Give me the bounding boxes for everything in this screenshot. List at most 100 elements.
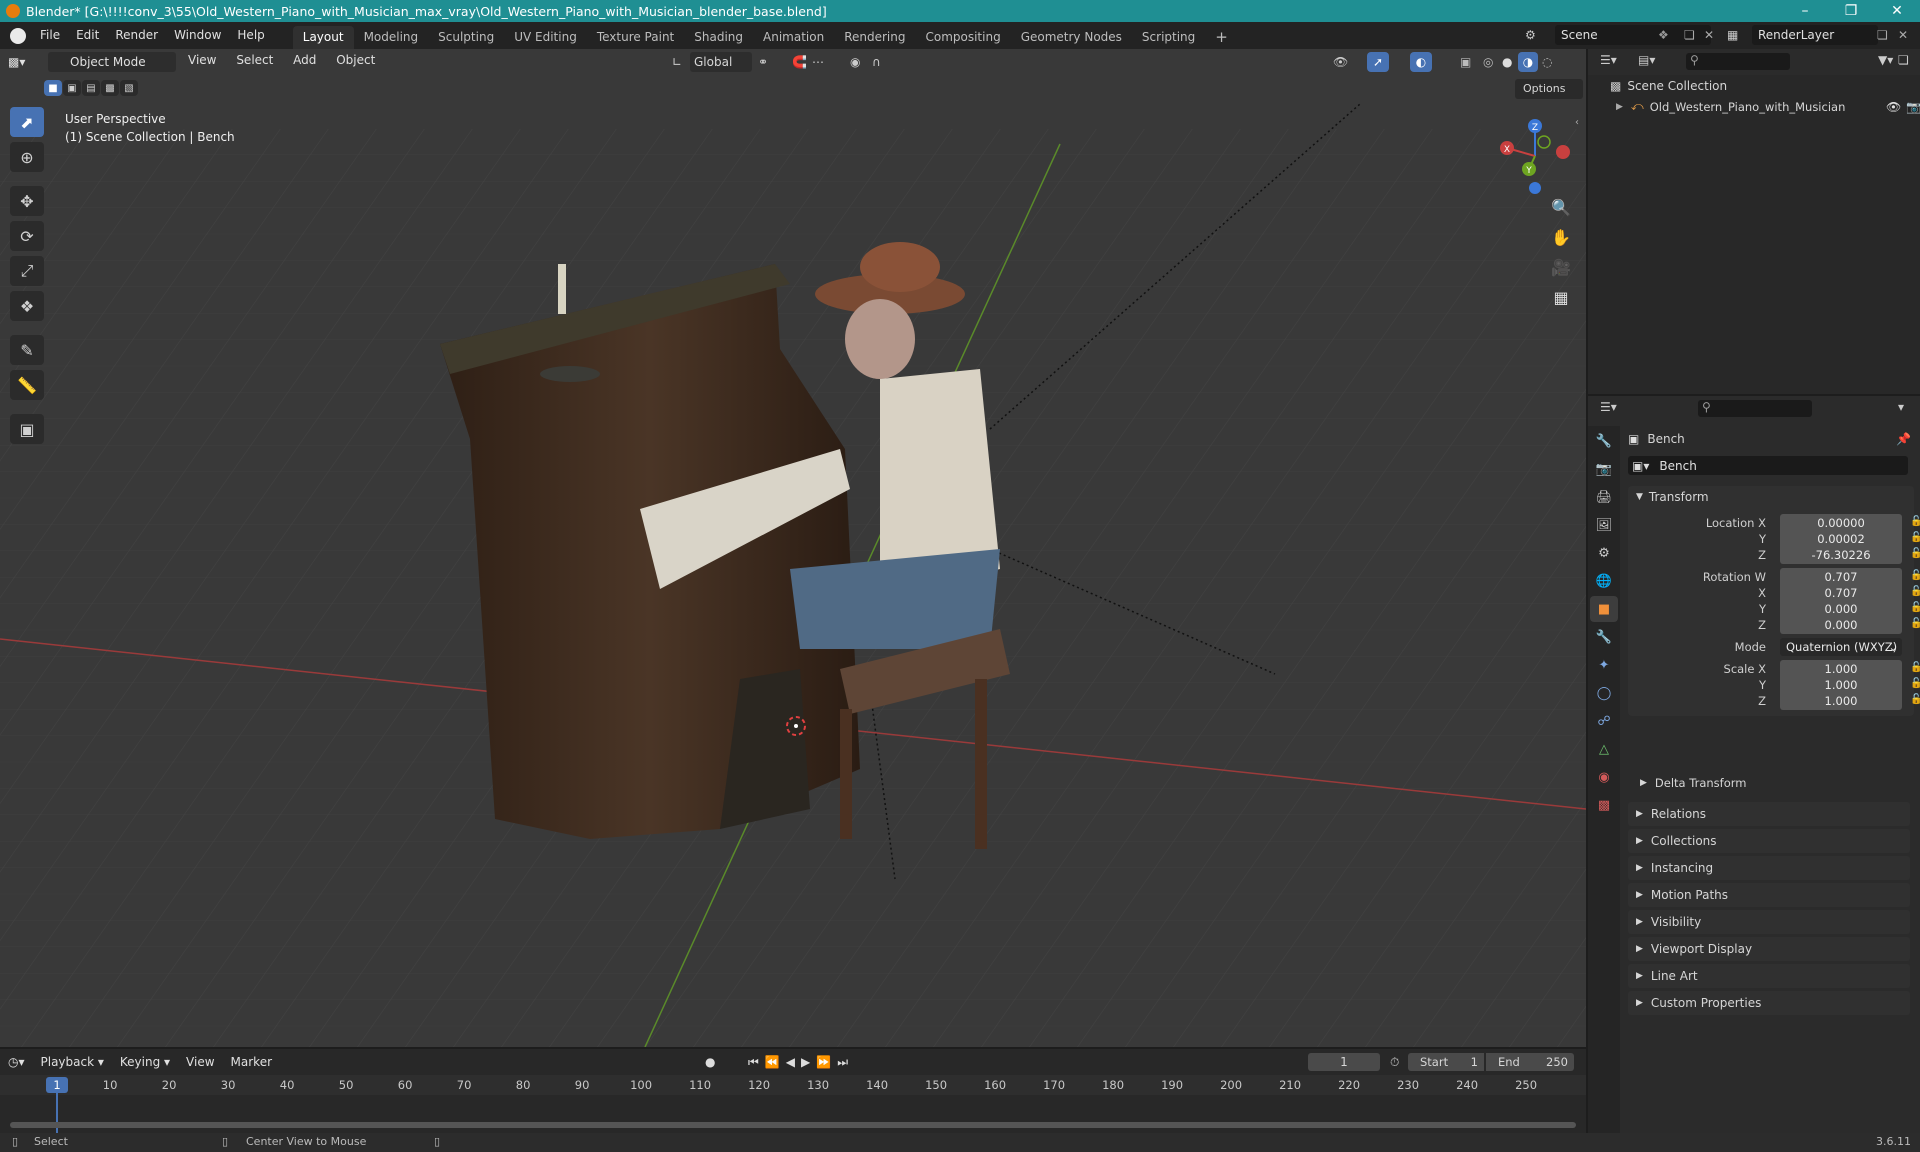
menu-select[interactable]: Select: [228, 53, 281, 67]
view-layer-icon[interactable]: ▦: [1727, 25, 1738, 45]
transform-orientation-icon[interactable]: ∟: [672, 52, 682, 72]
properties-options-icon[interactable]: ▾: [1898, 400, 1904, 414]
material-shading-icon[interactable]: ◑: [1518, 52, 1538, 72]
panel-collections[interactable]: ▶ Collections: [1628, 829, 1910, 853]
panel-line-art[interactable]: ▶ Line Art: [1628, 964, 1910, 988]
3d-viewport[interactable]: ▩▾ Object Mode View Select Add Object ∟ …: [0, 49, 1586, 1047]
play-reverse-icon[interactable]: ◀: [786, 1055, 801, 1069]
menu-add[interactable]: Add: [285, 53, 324, 67]
physics-tab-icon[interactable]: ◯: [1590, 680, 1618, 706]
scene-icon[interactable]: ⚙: [1525, 25, 1549, 45]
solid-shading-icon[interactable]: ●: [1502, 52, 1512, 72]
modifiers-tab-icon[interactable]: 🔧: [1590, 624, 1618, 650]
tab-shading[interactable]: Shading: [684, 26, 753, 49]
mode-selector[interactable]: Object Mode: [48, 52, 176, 72]
zoom-icon[interactable]: 🔍: [1546, 192, 1576, 222]
orientation-selector[interactable]: Global: [690, 52, 752, 72]
scale-z-field[interactable]: 1.000: [1780, 692, 1902, 710]
measure-tool-icon[interactable]: 📏: [10, 370, 44, 400]
select-extend-icon[interactable]: ▣: [63, 80, 81, 96]
transform-header[interactable]: ▼ Transform: [1636, 490, 1709, 504]
render-tab-icon[interactable]: 📷: [1590, 456, 1618, 482]
object-tab-icon[interactable]: ■: [1590, 596, 1618, 622]
new-view-layer-icon[interactable]: ❏: [1877, 25, 1888, 45]
end-frame-field[interactable]: End 250: [1486, 1053, 1574, 1071]
lock-icon[interactable]: 🔓: [1910, 516, 1920, 527]
scene-pin-icon[interactable]: ❖: [1658, 25, 1669, 45]
panel-viewport-display[interactable]: ▶ Viewport Display: [1628, 937, 1910, 961]
menu-edit[interactable]: Edit: [68, 22, 107, 49]
rendered-shading-icon[interactable]: ◌: [1542, 52, 1552, 72]
menu-help[interactable]: Help: [229, 22, 272, 49]
menu-render[interactable]: Render: [107, 22, 166, 49]
rotate-tool-icon[interactable]: ⟳: [10, 221, 44, 251]
start-frame-field[interactable]: Start 1: [1408, 1053, 1484, 1071]
close-button[interactable]: ✕: [1874, 0, 1920, 22]
rotation-z-field[interactable]: 0.000: [1780, 616, 1902, 634]
material-tab-icon[interactable]: ◉: [1590, 764, 1618, 790]
view-layer-tab-icon[interactable]: 🖼: [1590, 512, 1618, 538]
options-button[interactable]: Options: [1515, 79, 1583, 99]
lock-icon[interactable]: 🔓: [1910, 548, 1920, 559]
eye-visibility-icon[interactable]: 👁: [1886, 100, 1901, 114]
stopwatch-icon[interactable]: ⏱: [1390, 1053, 1399, 1071]
timeline-scrollbar[interactable]: [10, 1122, 1576, 1128]
jump-start-icon[interactable]: ⏮: [748, 1055, 765, 1069]
panel-relations[interactable]: ▶ Relations: [1628, 802, 1910, 826]
blender-menu-icon[interactable]: [10, 27, 26, 44]
prev-keyframe-icon[interactable]: ⏪: [765, 1055, 786, 1069]
navigation-gizmo[interactable]: Z X Y: [1490, 114, 1580, 194]
pin-icon[interactable]: 📌: [1896, 432, 1911, 446]
menu-marker[interactable]: Marker: [223, 1051, 280, 1073]
editor-type-icon[interactable]: ▩▾: [0, 51, 33, 73]
add-workspace-button[interactable]: +: [1205, 26, 1238, 49]
properties-search-input[interactable]: ⚲: [1698, 400, 1812, 417]
move-tool-icon[interactable]: ✥: [10, 186, 44, 216]
lock-icon[interactable]: 🔓: [1910, 532, 1920, 543]
snap-target-icon[interactable]: ⋯: [812, 52, 824, 72]
outliner-item[interactable]: ▶ ⤺ Old_Western_Piano_with_Musician 👁 📷: [1616, 99, 1920, 114]
object-name-field[interactable]: ▣▾ Bench: [1628, 456, 1908, 475]
properties-editor-icon[interactable]: ☰▾: [1600, 400, 1617, 414]
pivot-icon[interactable]: ⚭: [758, 52, 768, 72]
camera-view-icon[interactable]: 🎥: [1546, 252, 1576, 282]
delta-transform-subpanel[interactable]: ▶ Delta Transform: [1640, 776, 1746, 790]
tab-rendering[interactable]: Rendering: [834, 26, 915, 49]
panel-motion-paths[interactable]: ▶ Motion Paths: [1628, 883, 1910, 907]
overlay-toggle-icon[interactable]: ◐: [1410, 52, 1432, 72]
minimize-button[interactable]: –: [1782, 0, 1828, 22]
select-invert-icon[interactable]: ▩: [101, 80, 119, 96]
world-tab-icon[interactable]: 🌐: [1590, 568, 1618, 594]
xray-icon[interactable]: ▣: [1460, 52, 1471, 72]
view-layer-field[interactable]: RenderLayer: [1752, 25, 1878, 45]
gizmo-toggle-icon[interactable]: ➚: [1367, 52, 1389, 72]
delete-view-layer-icon[interactable]: ✕: [1898, 25, 1908, 45]
render-camera-icon[interactable]: 📷: [1906, 100, 1920, 114]
current-frame-field[interactable]: 1: [1308, 1053, 1380, 1071]
lock-icon[interactable]: 🔓: [1910, 694, 1920, 705]
lock-icon[interactable]: 🔓: [1910, 602, 1920, 613]
lock-icon[interactable]: 🔓: [1910, 570, 1920, 581]
texture-tab-icon[interactable]: ▩: [1590, 792, 1618, 818]
tab-texture-paint[interactable]: Texture Paint: [587, 26, 684, 49]
tab-modeling[interactable]: Modeling: [354, 26, 429, 49]
lock-icon[interactable]: 🔓: [1910, 662, 1920, 673]
add-cube-tool-icon[interactable]: ▣: [10, 414, 44, 444]
select-box-tool-icon[interactable]: ⬈: [10, 107, 44, 137]
output-tab-icon[interactable]: 🖨: [1590, 484, 1618, 510]
play-icon[interactable]: ▶: [801, 1055, 816, 1069]
tab-sculpting[interactable]: Sculpting: [428, 26, 504, 49]
menu-timeline-view[interactable]: View: [178, 1051, 222, 1073]
menu-object[interactable]: Object: [328, 53, 383, 67]
scale-tool-icon[interactable]: ⤢: [10, 256, 44, 286]
sidebar-toggle-icon[interactable]: ‹: [1575, 117, 1579, 128]
tab-layout[interactable]: Layout: [292, 26, 354, 49]
ortho-grid-icon[interactable]: ▦: [1546, 282, 1576, 312]
tab-animation[interactable]: Animation: [753, 26, 834, 49]
scene-tab-icon[interactable]: ⚙: [1590, 540, 1618, 566]
expand-arrow-icon[interactable]: ▶: [1616, 102, 1623, 112]
menu-view[interactable]: View: [180, 53, 224, 67]
select-intersect-icon[interactable]: ▧: [120, 80, 138, 96]
select-subtract-icon[interactable]: ▤: [82, 80, 100, 96]
annotate-tool-icon[interactable]: ✎: [10, 335, 44, 365]
